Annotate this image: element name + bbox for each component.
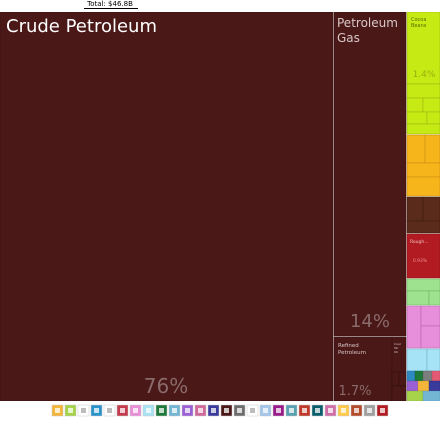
orange-block-3[interactable] — [406, 162, 440, 178]
legend-category-icon-15 — [237, 408, 242, 413]
green-block-4[interactable] — [406, 111, 428, 125]
tiny-block-7[interactable] — [428, 380, 440, 392]
legend-category-icon-5 — [107, 408, 112, 413]
treemap-svg: Crude Petroleum 76% Petroleum Gas 14% Re… — [0, 12, 440, 401]
pale-green-block-3[interactable] — [428, 290, 440, 306]
tiny-block-8[interactable] — [406, 390, 424, 401]
legend-category-icon-6 — [120, 408, 125, 413]
brown-block-2[interactable] — [422, 196, 440, 222]
legend-category-icon-26 — [380, 408, 385, 413]
legend-category-icon-24 — [354, 408, 359, 413]
total-text: Total: $46.8B — [87, 0, 133, 8]
small-brown-block-2[interactable] — [398, 371, 407, 387]
orange-block-4[interactable] — [406, 176, 440, 197]
small-brown-block-3[interactable] — [391, 385, 407, 401]
brown-block-1[interactable] — [406, 196, 424, 222]
small-brown-block-1[interactable] — [391, 371, 400, 387]
value-refined-petroleum: 1.7% — [338, 384, 371, 399]
green-block-5[interactable] — [426, 111, 440, 125]
label-rough-wood: Rough... — [410, 239, 429, 245]
legend-category-icon-20 — [302, 408, 307, 413]
total-underline — [84, 8, 138, 9]
legend-category-icon-1 — [55, 408, 60, 413]
legend-category-icon-4 — [94, 408, 99, 413]
value-rough-wood: 0.93% — [413, 258, 428, 264]
tiny-block-6[interactable] — [417, 380, 430, 392]
orange-block-2[interactable] — [424, 134, 440, 164]
pink-block-3[interactable] — [420, 325, 440, 349]
label-petroleum-gas-line2: Gas — [337, 31, 360, 45]
tiny-block-5[interactable] — [406, 380, 419, 392]
pale-green-block-1[interactable] — [406, 278, 440, 292]
label-cocoa-line2: Beans — [411, 23, 427, 29]
treemap: Crude Petroleum 76% Petroleum Gas 14% Re… — [0, 12, 440, 401]
pink-block-1[interactable] — [406, 305, 422, 349]
value-petroleum-gas: 14% — [350, 311, 390, 332]
legend-category-icon-23 — [341, 408, 346, 413]
value-crude-petroleum: 76% — [144, 374, 188, 398]
legend-category-icon-17 — [263, 408, 268, 413]
block-crude-petroleum[interactable] — [0, 12, 334, 401]
legend-category-icon-19 — [289, 408, 294, 413]
pale-green-block-2[interactable] — [406, 290, 430, 306]
legend-category-icon-10 — [172, 408, 177, 413]
legend-category-icon-11 — [185, 408, 190, 413]
legend-category-icon-18 — [276, 408, 281, 413]
label-refined-line2: Petroleum — [338, 350, 366, 356]
tiny-block-4[interactable] — [431, 370, 440, 382]
legend-category-icon-14 — [224, 408, 229, 413]
tiny-block-3[interactable] — [422, 370, 433, 382]
green-block-3[interactable] — [422, 97, 440, 113]
brown-block-3[interactable] — [406, 220, 440, 234]
value-cocoa-beans: 1.4% — [413, 70, 436, 80]
legend — [0, 403, 440, 419]
legend-category-icon-21 — [315, 408, 320, 413]
legend-category-icon-13 — [211, 408, 216, 413]
legend-category-icon-25 — [367, 408, 372, 413]
green-block-2[interactable] — [406, 97, 424, 113]
pink-block-2[interactable] — [420, 305, 440, 327]
legend-category-icon-3 — [81, 408, 86, 413]
legend-category-icon-12 — [198, 408, 203, 413]
tiny-block-1[interactable] — [406, 370, 416, 382]
legend-category-icon-16 — [250, 408, 255, 413]
green-block-6[interactable] — [406, 123, 440, 135]
tiny-block-9[interactable] — [422, 390, 440, 401]
label-coal-line3: Oil — [394, 350, 398, 354]
legend-category-icon-22 — [328, 408, 333, 413]
green-block-1[interactable] — [406, 83, 440, 99]
legend-category-icon-2 — [68, 408, 73, 413]
label-refined-line1: Refined — [338, 343, 359, 349]
light-blue-block-2[interactable] — [426, 348, 440, 372]
label-cocoa-beans: Cocoa Beans — [411, 17, 428, 29]
legend-category-icon-9 — [159, 408, 164, 413]
light-blue-block-1[interactable] — [406, 348, 428, 372]
tiny-block-2[interactable] — [414, 370, 424, 382]
orange-block-1[interactable] — [406, 134, 426, 164]
label-petroleum-gas-line1: Petroleum — [337, 16, 398, 30]
legend-category-icon-7 — [133, 408, 138, 413]
legend-svg — [51, 404, 389, 417]
legend-category-icon-8 — [146, 408, 151, 413]
block-petroleum-gas[interactable] — [333, 12, 407, 337]
label-crude-petroleum: Crude Petroleum — [6, 16, 157, 37]
